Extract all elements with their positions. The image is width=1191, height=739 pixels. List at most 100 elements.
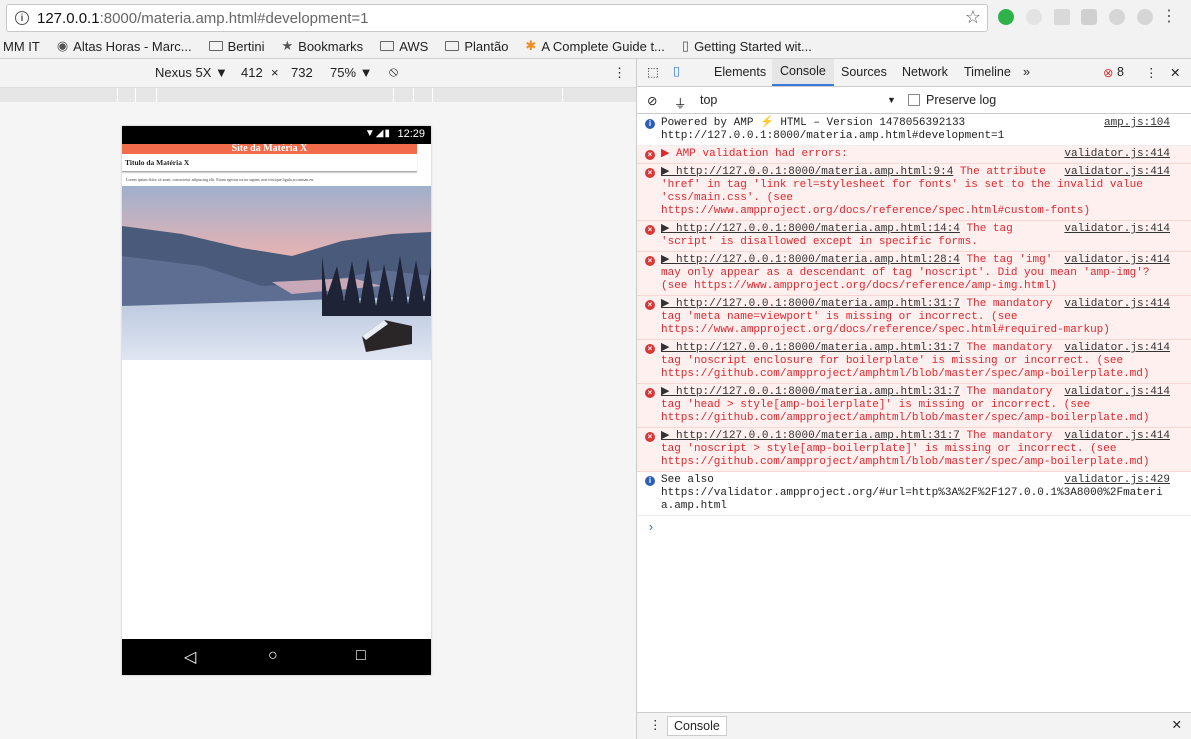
error-location-link[interactable]: ▶ http://127.0.0.1:8000/materia.amp.html…: [661, 430, 960, 442]
tab-sources[interactable]: Sources: [841, 65, 887, 79]
site-header: Site da Matéria X: [122, 144, 417, 154]
source-link[interactable]: validator.js:414: [1064, 148, 1170, 161]
drawer-tab-console[interactable]: Console: [667, 716, 727, 736]
device-toolbar-menu-icon[interactable]: ⋮: [613, 65, 626, 81]
width-input[interactable]: 412: [241, 65, 263, 80]
tab-network[interactable]: Network: [902, 65, 948, 79]
info-icon: i: [645, 119, 655, 129]
console-message[interactable]: × ▶ http://127.0.0.1:8000/materia.amp.htm…: [637, 428, 1191, 472]
bookmark-aws[interactable]: AWS: [380, 39, 428, 54]
extension-icon[interactable]: [1054, 9, 1070, 25]
clear-console-icon[interactable]: ⊘: [647, 93, 657, 108]
device-toolbar: Nexus 5X ▼ 412 × 732 75% ▼ ⦸ ⋮: [0, 59, 636, 88]
error-location-link[interactable]: ▶ http://127.0.0.1:8000/materia.amp.html…: [661, 386, 960, 398]
console-filter-bar: ⊘ ⏚ top ▼ Preserve log: [637, 87, 1191, 114]
inspect-icon[interactable]: ⬚: [647, 64, 659, 79]
context-select[interactable]: top: [700, 93, 717, 107]
extension-icon[interactable]: [1026, 9, 1042, 25]
info-icon[interactable]: i: [15, 11, 29, 25]
browser-menu-icon[interactable]: ⋮: [1161, 6, 1177, 26]
error-icon: ×: [645, 388, 655, 398]
console-message[interactable]: × ▶ http://127.0.0.1:8000/materia.amp.htm…: [637, 296, 1191, 340]
preserve-log-checkbox[interactable]: [908, 94, 920, 106]
error-location-link[interactable]: ▶ http://127.0.0.1:8000/materia.amp.html…: [661, 166, 953, 178]
home-icon[interactable]: ○: [268, 647, 278, 665]
device-select[interactable]: Nexus 5X ▼: [155, 65, 228, 80]
bookmark-bertini[interactable]: Bertini: [208, 39, 265, 54]
bookmark-mm-it[interactable]: MM IT: [0, 39, 40, 54]
console-prompt[interactable]: ›: [637, 516, 1191, 539]
folder-icon: [445, 41, 460, 51]
devtools-menu-icon[interactable]: ⋮: [1145, 65, 1158, 80]
drawer-menu-icon[interactable]: ⋮: [649, 717, 662, 732]
bookmark-plantao[interactable]: Plantão: [445, 39, 508, 54]
source-link[interactable]: validator.js:414: [1064, 254, 1170, 267]
tab-elements[interactable]: Elements: [714, 65, 766, 79]
source-link[interactable]: amp.js:104: [1104, 117, 1170, 130]
source-link[interactable]: validator.js:414: [1064, 223, 1170, 236]
error-icon: ×: [645, 168, 655, 178]
tab-console[interactable]: Console: [772, 59, 834, 86]
folder-icon: [380, 41, 395, 51]
console-message[interactable]: × ▶ http://127.0.0.1:8000/materia.amp.htm…: [637, 384, 1191, 428]
filter-icon[interactable]: ⏚: [674, 93, 687, 112]
more-tabs-icon[interactable]: »: [1023, 65, 1030, 79]
devtools-drawer: ⋮ Console ✕: [637, 712, 1191, 739]
error-location-link[interactable]: ▶ http://127.0.0.1:8000/materia.amp.html…: [661, 223, 960, 235]
height-input[interactable]: 732: [291, 65, 313, 80]
extension-icon[interactable]: [1081, 9, 1097, 25]
console-message: i Powered by AMP ⚡ HTML – Version 1478056…: [637, 115, 1191, 146]
page-icon: ▯: [681, 38, 690, 53]
error-icon: ×: [645, 344, 655, 354]
console-message[interactable]: × ▶ http://127.0.0.1:8000/materia.amp.htm…: [637, 164, 1191, 221]
console-message[interactable]: × ▶ AMP validation had errors: validator.j…: [637, 146, 1191, 164]
error-count[interactable]: 8: [1117, 65, 1124, 79]
bookmark-altas-horas[interactable]: ◉ Altas Horas - Marc...: [57, 38, 192, 54]
devtools-tab-bar: ⬚ ▯ Elements Console Sources Network Tim…: [637, 59, 1191, 87]
bookmark-complete-guide[interactable]: ✱ A Complete Guide t...: [525, 38, 664, 54]
extension-icon[interactable]: [1137, 9, 1153, 25]
error-icon[interactable]: ⊗: [1103, 65, 1113, 80]
source-link[interactable]: validator.js:414: [1064, 298, 1170, 311]
source-link[interactable]: validator.js:414: [1064, 386, 1170, 399]
article-text: Lorem ipsum dolor sit amet, consectetur …: [126, 177, 315, 182]
error-location-link[interactable]: ▶ http://127.0.0.1:8000/materia.amp.html…: [661, 254, 960, 266]
extension-cloud-icon[interactable]: [1109, 9, 1125, 25]
source-link[interactable]: validator.js:429: [1064, 474, 1170, 487]
preserve-log-label: Preserve log: [926, 93, 997, 107]
recents-icon[interactable]: □: [356, 647, 366, 665]
bookmark-bookmarks[interactable]: ★ Bookmarks: [282, 38, 364, 54]
omnibox[interactable]: i 127.0.0.1:8000/materia.amp.html#develo…: [6, 4, 988, 32]
bookmark-getting-started[interactable]: ▯ Getting Started wit...: [682, 38, 812, 54]
console-message[interactable]: × ▶ http://127.0.0.1:8000/materia.amp.htm…: [637, 340, 1191, 384]
chevron-down-icon[interactable]: ▼: [887, 95, 896, 105]
bookmark-star-icon[interactable]: ☆: [965, 7, 981, 28]
dimension-separator: ×: [271, 65, 279, 80]
tab-timeline[interactable]: Timeline: [964, 65, 1011, 79]
rotate-icon[interactable]: ⦸: [389, 63, 398, 80]
source-link[interactable]: validator.js:414: [1064, 342, 1170, 355]
url-text[interactable]: 127.0.0.1:8000/materia.amp.html#developm…: [37, 10, 368, 27]
close-drawer-icon[interactable]: ✕: [1172, 717, 1182, 732]
console-message: i See also https://validator.ampproject.o…: [637, 472, 1191, 516]
phone-nav-bar: ◁ ○ □: [122, 639, 431, 675]
phone-status-bar: ▼◢▮ 12:29: [122, 126, 431, 144]
back-icon[interactable]: ◁: [184, 647, 196, 667]
error-icon: ×: [645, 300, 655, 310]
zoom-select[interactable]: 75% ▼: [330, 65, 373, 80]
error-icon: ×: [645, 256, 655, 266]
asterisk-icon: ✱: [525, 38, 537, 53]
close-devtools-icon[interactable]: ✕: [1170, 65, 1180, 80]
phone-frame: ▼◢▮ 12:29 Site da Matéria X Titulo da Ma…: [122, 126, 431, 675]
landscape-photo: [122, 186, 431, 360]
extension-green-icon[interactable]: [998, 9, 1014, 25]
device-mode-icon[interactable]: ▯: [673, 63, 680, 78]
error-location-link[interactable]: ▶ http://127.0.0.1:8000/materia.amp.html…: [661, 298, 960, 310]
source-link[interactable]: validator.js:414: [1064, 430, 1170, 443]
source-link[interactable]: validator.js:414: [1064, 166, 1170, 179]
info-icon: i: [645, 476, 655, 486]
bookmarks-bar: MM IT ◉ Altas Horas - Marc... Bertini ★ Bo…: [0, 34, 1191, 59]
console-message[interactable]: × ▶ http://127.0.0.1:8000/materia.amp.htm…: [637, 252, 1191, 296]
error-location-link[interactable]: ▶ http://127.0.0.1:8000/materia.amp.html…: [661, 342, 960, 354]
console-message[interactable]: × ▶ http://127.0.0.1:8000/materia.amp.htm…: [637, 221, 1191, 252]
